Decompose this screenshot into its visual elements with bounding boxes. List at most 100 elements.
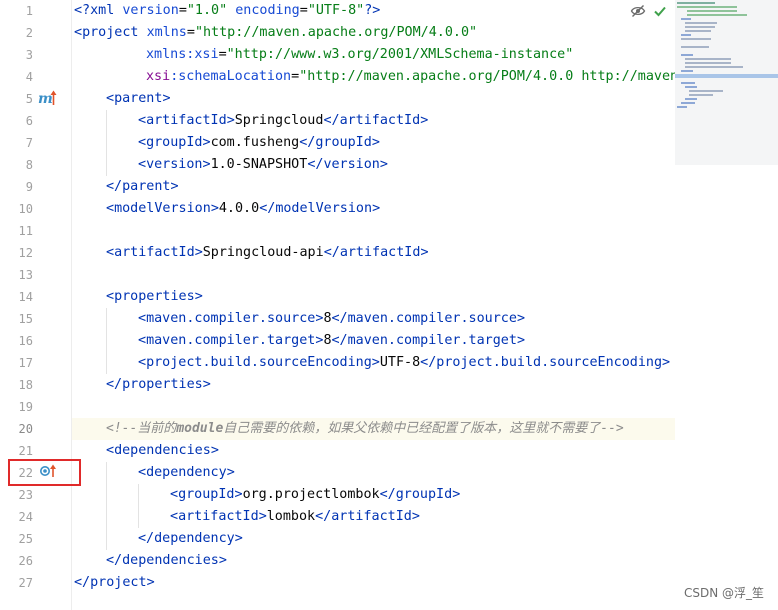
tag-name: project.build.sourceEncoding [146, 355, 372, 370]
tag-name: version [146, 157, 203, 172]
svg-text:m: m [38, 91, 53, 107]
code-line-24[interactable]: <artifactId>lombok</artifactId> [170, 506, 420, 528]
minimap-line [689, 90, 723, 92]
code-line-4[interactable]: xsi:schemaLocation="http://maven.apache.… [146, 66, 675, 88]
attr-name: version [122, 3, 179, 18]
minimap-line [677, 106, 687, 108]
bracket: < [138, 465, 147, 480]
bracket: < [106, 201, 115, 216]
attr-value: "1.0" [186, 3, 228, 18]
line-number: 26 [18, 554, 33, 568]
minimap-current-line [675, 74, 778, 78]
code-line-12[interactable]: <artifactId>Springcloud-api</artifactId> [106, 242, 429, 264]
bracket: </ [138, 531, 155, 546]
minimap-line [681, 82, 695, 84]
attr-name: xmlns [146, 25, 187, 40]
code-line-26[interactable]: </dependencies> [106, 550, 227, 572]
indent-guide [106, 110, 107, 176]
text-value: UTF-8 [379, 355, 421, 370]
bracket: > [226, 465, 235, 480]
code-line-15[interactable]: <maven.compiler.source>8</maven.compiler… [138, 308, 525, 330]
line-number: 2 [25, 26, 33, 40]
pi-open: <? [74, 3, 91, 18]
tag-name: dependencies [114, 443, 211, 458]
pi-name: xml [90, 3, 123, 18]
bracket: < [138, 135, 147, 150]
tag-name: artifactId [114, 245, 195, 260]
line-number: 1 [25, 4, 33, 18]
code-line-8[interactable]: <version>1.0-SNAPSHOT</version> [138, 154, 388, 176]
tag-name: groupId [315, 135, 372, 150]
equals: = [178, 3, 187, 18]
minimap[interactable] [675, 0, 778, 165]
code-line-2[interactable]: <project xmlns="http://maven.apache.org/… [74, 22, 477, 44]
text-value: Springcloud-api [202, 245, 324, 260]
bracket: < [106, 91, 115, 106]
eye-slash-icon[interactable] [630, 3, 646, 23]
bracket: </ [299, 135, 316, 150]
namespace-prefix: xsi [146, 69, 171, 84]
attr-value: "UTF-8" [307, 3, 365, 18]
tag-name: artifactId [178, 509, 259, 524]
bracket: > [662, 355, 671, 370]
code-line-16[interactable]: <maven.compiler.target>8</maven.compiler… [138, 330, 525, 352]
indent-guide [106, 308, 107, 374]
bracket: </ [106, 553, 123, 568]
code-line-27[interactable]: </project> [74, 572, 155, 594]
bracket: > [371, 355, 380, 370]
maven-parent-icon[interactable]: m [38, 89, 60, 111]
line-number: 14 [18, 290, 33, 304]
line-number: 8 [25, 158, 33, 172]
code-line-14[interactable]: <properties> [106, 286, 203, 308]
check-icon[interactable] [652, 3, 668, 23]
code-line-23[interactable]: <groupId>org.projectlombok</groupId> [170, 484, 460, 506]
bracket: < [106, 245, 115, 260]
code-line-18[interactable]: </properties> [106, 374, 211, 396]
text-value: 8 [323, 311, 332, 326]
equals: = [299, 3, 308, 18]
code-line-1[interactable]: <?xml version="1.0" encoding="UTF-8"?> [74, 0, 380, 22]
minimap-line [677, 2, 715, 4]
bracket: </ [315, 509, 332, 524]
bracket: > [234, 487, 243, 502]
bracket: > [210, 201, 219, 216]
code-line-21[interactable]: <dependencies> [106, 440, 219, 462]
code-line-17[interactable]: <project.build.sourceEncoding>UTF-8</pro… [138, 352, 675, 374]
minimap-line [677, 6, 737, 8]
minimap-line [681, 54, 693, 56]
indent-guide [138, 484, 139, 528]
code-line-9[interactable]: </parent> [106, 176, 179, 198]
line-number: 11 [18, 224, 33, 238]
annotation-red-box [8, 459, 81, 486]
code-line-25[interactable]: </dependency> [138, 528, 243, 550]
bracket: </ [259, 201, 276, 216]
tag-name: version [323, 157, 380, 172]
bracket: </ [379, 487, 396, 502]
bracket: </ [331, 311, 348, 326]
bracket: > [420, 245, 429, 260]
code-line-10[interactable]: <modelVersion>4.0.0</modelVersion> [106, 198, 380, 220]
text-value: 1.0-SNAPSHOT [210, 157, 308, 172]
tag-name: artifactId [146, 113, 227, 128]
text-value: 8 [323, 333, 332, 348]
tag-name: project [90, 575, 147, 590]
bracket: > [516, 333, 525, 348]
code-line-3[interactable]: xmlns:xsi="http://www.w3.org/2001/XMLSch… [146, 44, 573, 66]
code-line-7[interactable]: <groupId>com.fusheng</groupId> [138, 132, 380, 154]
minimap-line [685, 26, 715, 28]
bracket: </ [106, 179, 123, 194]
code-line-20-comment[interactable]: <!--当前的module自己需要的依赖，如果父依赖中已经配置了版本，这里就不需… [106, 418, 624, 440]
code-line-22[interactable]: <dependency> [138, 462, 235, 484]
tag-name: maven.compiler.source [146, 311, 316, 326]
equals: = [186, 25, 195, 40]
tag-name: modelVersion [114, 201, 211, 216]
minimap-line [681, 46, 709, 48]
minimap-line [685, 62, 731, 64]
code-line-6[interactable]: <artifactId>Springcloud</artifactId> [138, 110, 428, 132]
line-number: 7 [25, 136, 33, 150]
bracket: < [138, 113, 147, 128]
bracket: > [516, 311, 525, 326]
bracket: > [202, 377, 211, 392]
code-line-5[interactable]: <parent> [106, 88, 171, 110]
line-number: 16 [18, 334, 33, 348]
